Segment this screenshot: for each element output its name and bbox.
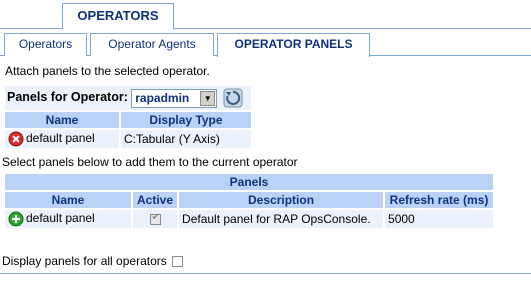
- bottom-divider: [0, 273, 531, 274]
- panel-row-name-cell: default panel: [3, 208, 133, 230]
- sub-tab-bar: Operators Operator Agents OPERATOR PANEL…: [0, 33, 531, 57]
- chevron-down-icon[interactable]: ▼: [200, 90, 216, 106]
- tab-operators[interactable]: OPERATORS: [62, 3, 174, 30]
- header-refresh-rate: Refresh rate (ms): [383, 190, 496, 210]
- active-checkbox: ✔: [149, 212, 161, 226]
- header-active: Active: [130, 190, 180, 210]
- refresh-icon[interactable]: [223, 88, 243, 108]
- add-icon[interactable]: [8, 211, 24, 227]
- select-panels-text: Select panels below to add them to the c…: [2, 155, 298, 169]
- panel-row-refresh: 5000: [383, 208, 496, 230]
- attached-row-name-cell: default panel: [3, 128, 121, 150]
- display-all-label: Display panels for all operators: [2, 254, 167, 268]
- header-panel-name: Name: [3, 190, 133, 210]
- display-all-checkbox[interactable]: [172, 256, 184, 268]
- header-description: Description: [177, 190, 386, 210]
- panel-row-active-cell: ✔: [130, 208, 180, 230]
- operator-select-row: Panels for Operator: rapadmin ▼: [3, 84, 253, 112]
- header-display-type: Display Type: [119, 110, 253, 130]
- subtab-operator-panels[interactable]: OPERATOR PANELS: [217, 33, 370, 57]
- table-row: default panel C:Tabular (Y Axis): [3, 128, 253, 150]
- subtab-operator-agents[interactable]: Operator Agents: [90, 33, 214, 56]
- intro-text: Attach panels to the selected operator.: [5, 64, 210, 78]
- operator-select-label: Panels for Operator:: [7, 90, 128, 105]
- header-name: Name: [3, 110, 121, 130]
- operator-select[interactable]: rapadmin ▼: [131, 88, 218, 108]
- remove-icon[interactable]: [8, 131, 24, 147]
- panels-table: Panels Name Active Description Refresh r…: [2, 172, 496, 230]
- attached-panels-table: Panels for Operator: rapadmin ▼ Name Dis…: [3, 84, 253, 150]
- panels-title: Panels: [2, 172, 496, 192]
- attached-row-display-type: C:Tabular (Y Axis): [119, 128, 253, 150]
- subtab-operators[interactable]: Operators: [4, 33, 87, 56]
- panel-row-description: Default panel for RAP OpsConsole.: [177, 208, 386, 230]
- operator-select-value: rapadmin: [135, 90, 190, 105]
- attached-row-name: default panel: [26, 131, 95, 146]
- table-row: default panel ✔ Default panel for RAP Op…: [3, 208, 496, 230]
- top-tab-bar: OPERATORS: [0, 0, 531, 30]
- display-all-row: Display panels for all operators: [2, 254, 184, 268]
- panel-row-name: default panel: [26, 211, 95, 226]
